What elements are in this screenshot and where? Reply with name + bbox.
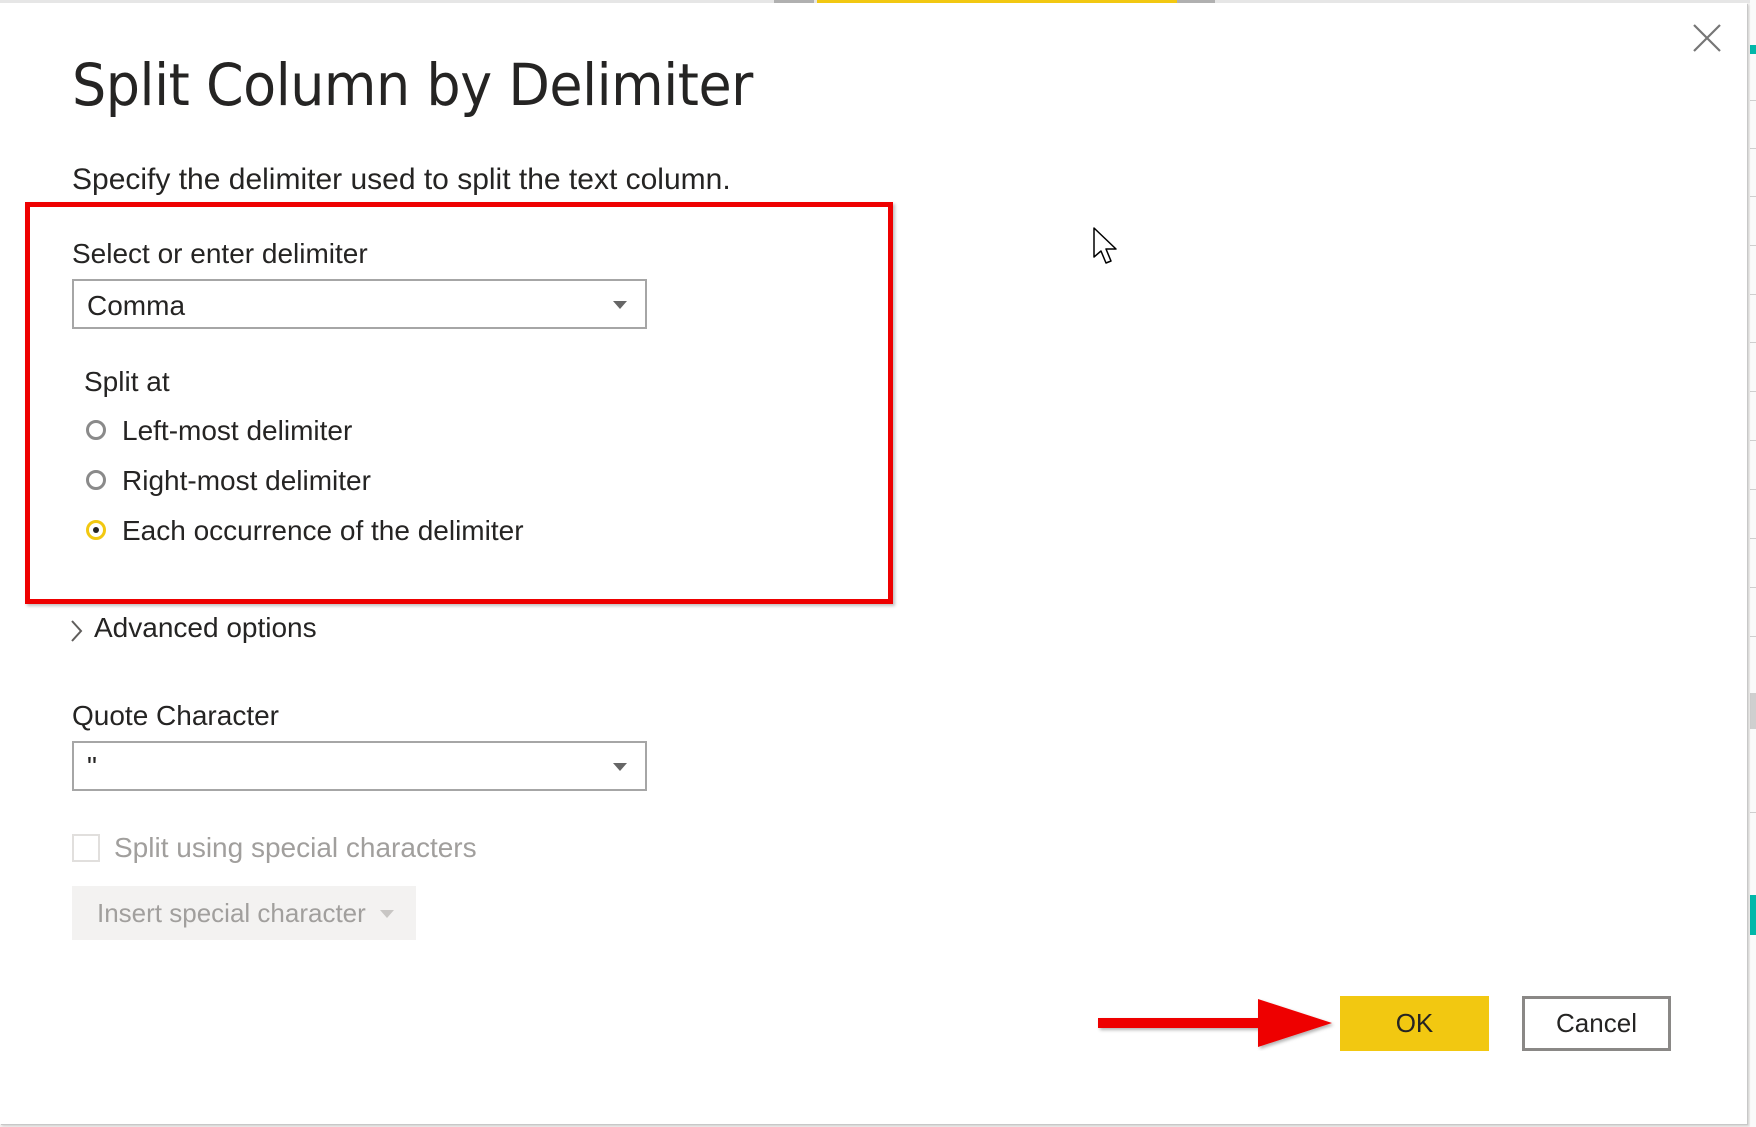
delimiter-label: Select or enter delimiter	[72, 238, 368, 269]
radio-checked-icon[interactable]	[86, 520, 106, 540]
quote-character-dropdown[interactable]: "	[72, 741, 647, 791]
quote-character-label: Quote Character	[72, 700, 279, 731]
background-gridline	[1750, 812, 1756, 813]
background-gridline	[1750, 294, 1756, 295]
dialog-subtitle: Specify the delimiter used to split the …	[72, 163, 731, 196]
background-gridline	[1750, 342, 1756, 343]
chevron-down-icon	[613, 301, 627, 309]
insert-special-character-label: Insert special character	[97, 898, 366, 928]
close-icon	[1693, 24, 1721, 52]
background-gridline	[1750, 391, 1756, 392]
background-column-bar	[1750, 895, 1756, 935]
background-column-bar	[1750, 45, 1756, 54]
background-gridline	[1750, 636, 1756, 637]
advanced-options-label: Advanced options	[94, 612, 317, 643]
radio-label: Each occurrence of the delimiter	[122, 515, 524, 546]
mouse-cursor-icon	[1093, 227, 1117, 264]
chevron-down-icon	[613, 763, 627, 771]
background-scrollbar	[1750, 693, 1756, 729]
background-gridline	[1750, 148, 1756, 149]
background-gridline	[1750, 245, 1756, 246]
delimiter-dropdown[interactable]: Comma	[72, 279, 647, 329]
quote-character-value: "	[87, 751, 97, 782]
background-gridline	[1750, 440, 1756, 441]
background-app-table	[1750, 0, 1756, 1127]
dialog-title: Split Column by Delimiter	[72, 51, 753, 119]
background-gridline	[1750, 196, 1756, 197]
checkbox[interactable]	[72, 834, 100, 862]
ok-button[interactable]: OK	[1340, 996, 1489, 1051]
chevron-right-icon	[71, 620, 83, 642]
radio-unchecked-icon[interactable]	[86, 470, 106, 490]
split-at-label: Split at	[84, 366, 170, 397]
split-column-dialog: Split Column by Delimiter Specify the de…	[0, 3, 1747, 1124]
radio-label: Right-most delimiter	[122, 465, 371, 496]
radio-label: Left-most delimiter	[122, 415, 353, 446]
background-gridline	[1750, 100, 1756, 101]
cancel-button[interactable]: Cancel	[1522, 996, 1671, 1051]
checkbox-label: Split using special characters	[114, 832, 477, 863]
radio-unchecked-icon[interactable]	[86, 420, 106, 440]
chevron-down-icon	[380, 910, 394, 918]
annotation-arrow-icon	[1098, 999, 1332, 1047]
background-gridline	[1750, 538, 1756, 539]
close-button[interactable]	[1690, 21, 1724, 55]
insert-special-character-button[interactable]: Insert special character	[72, 886, 416, 940]
background-gridline	[1750, 489, 1756, 490]
background-gridline	[1750, 587, 1756, 588]
delimiter-value: Comma	[87, 290, 186, 321]
